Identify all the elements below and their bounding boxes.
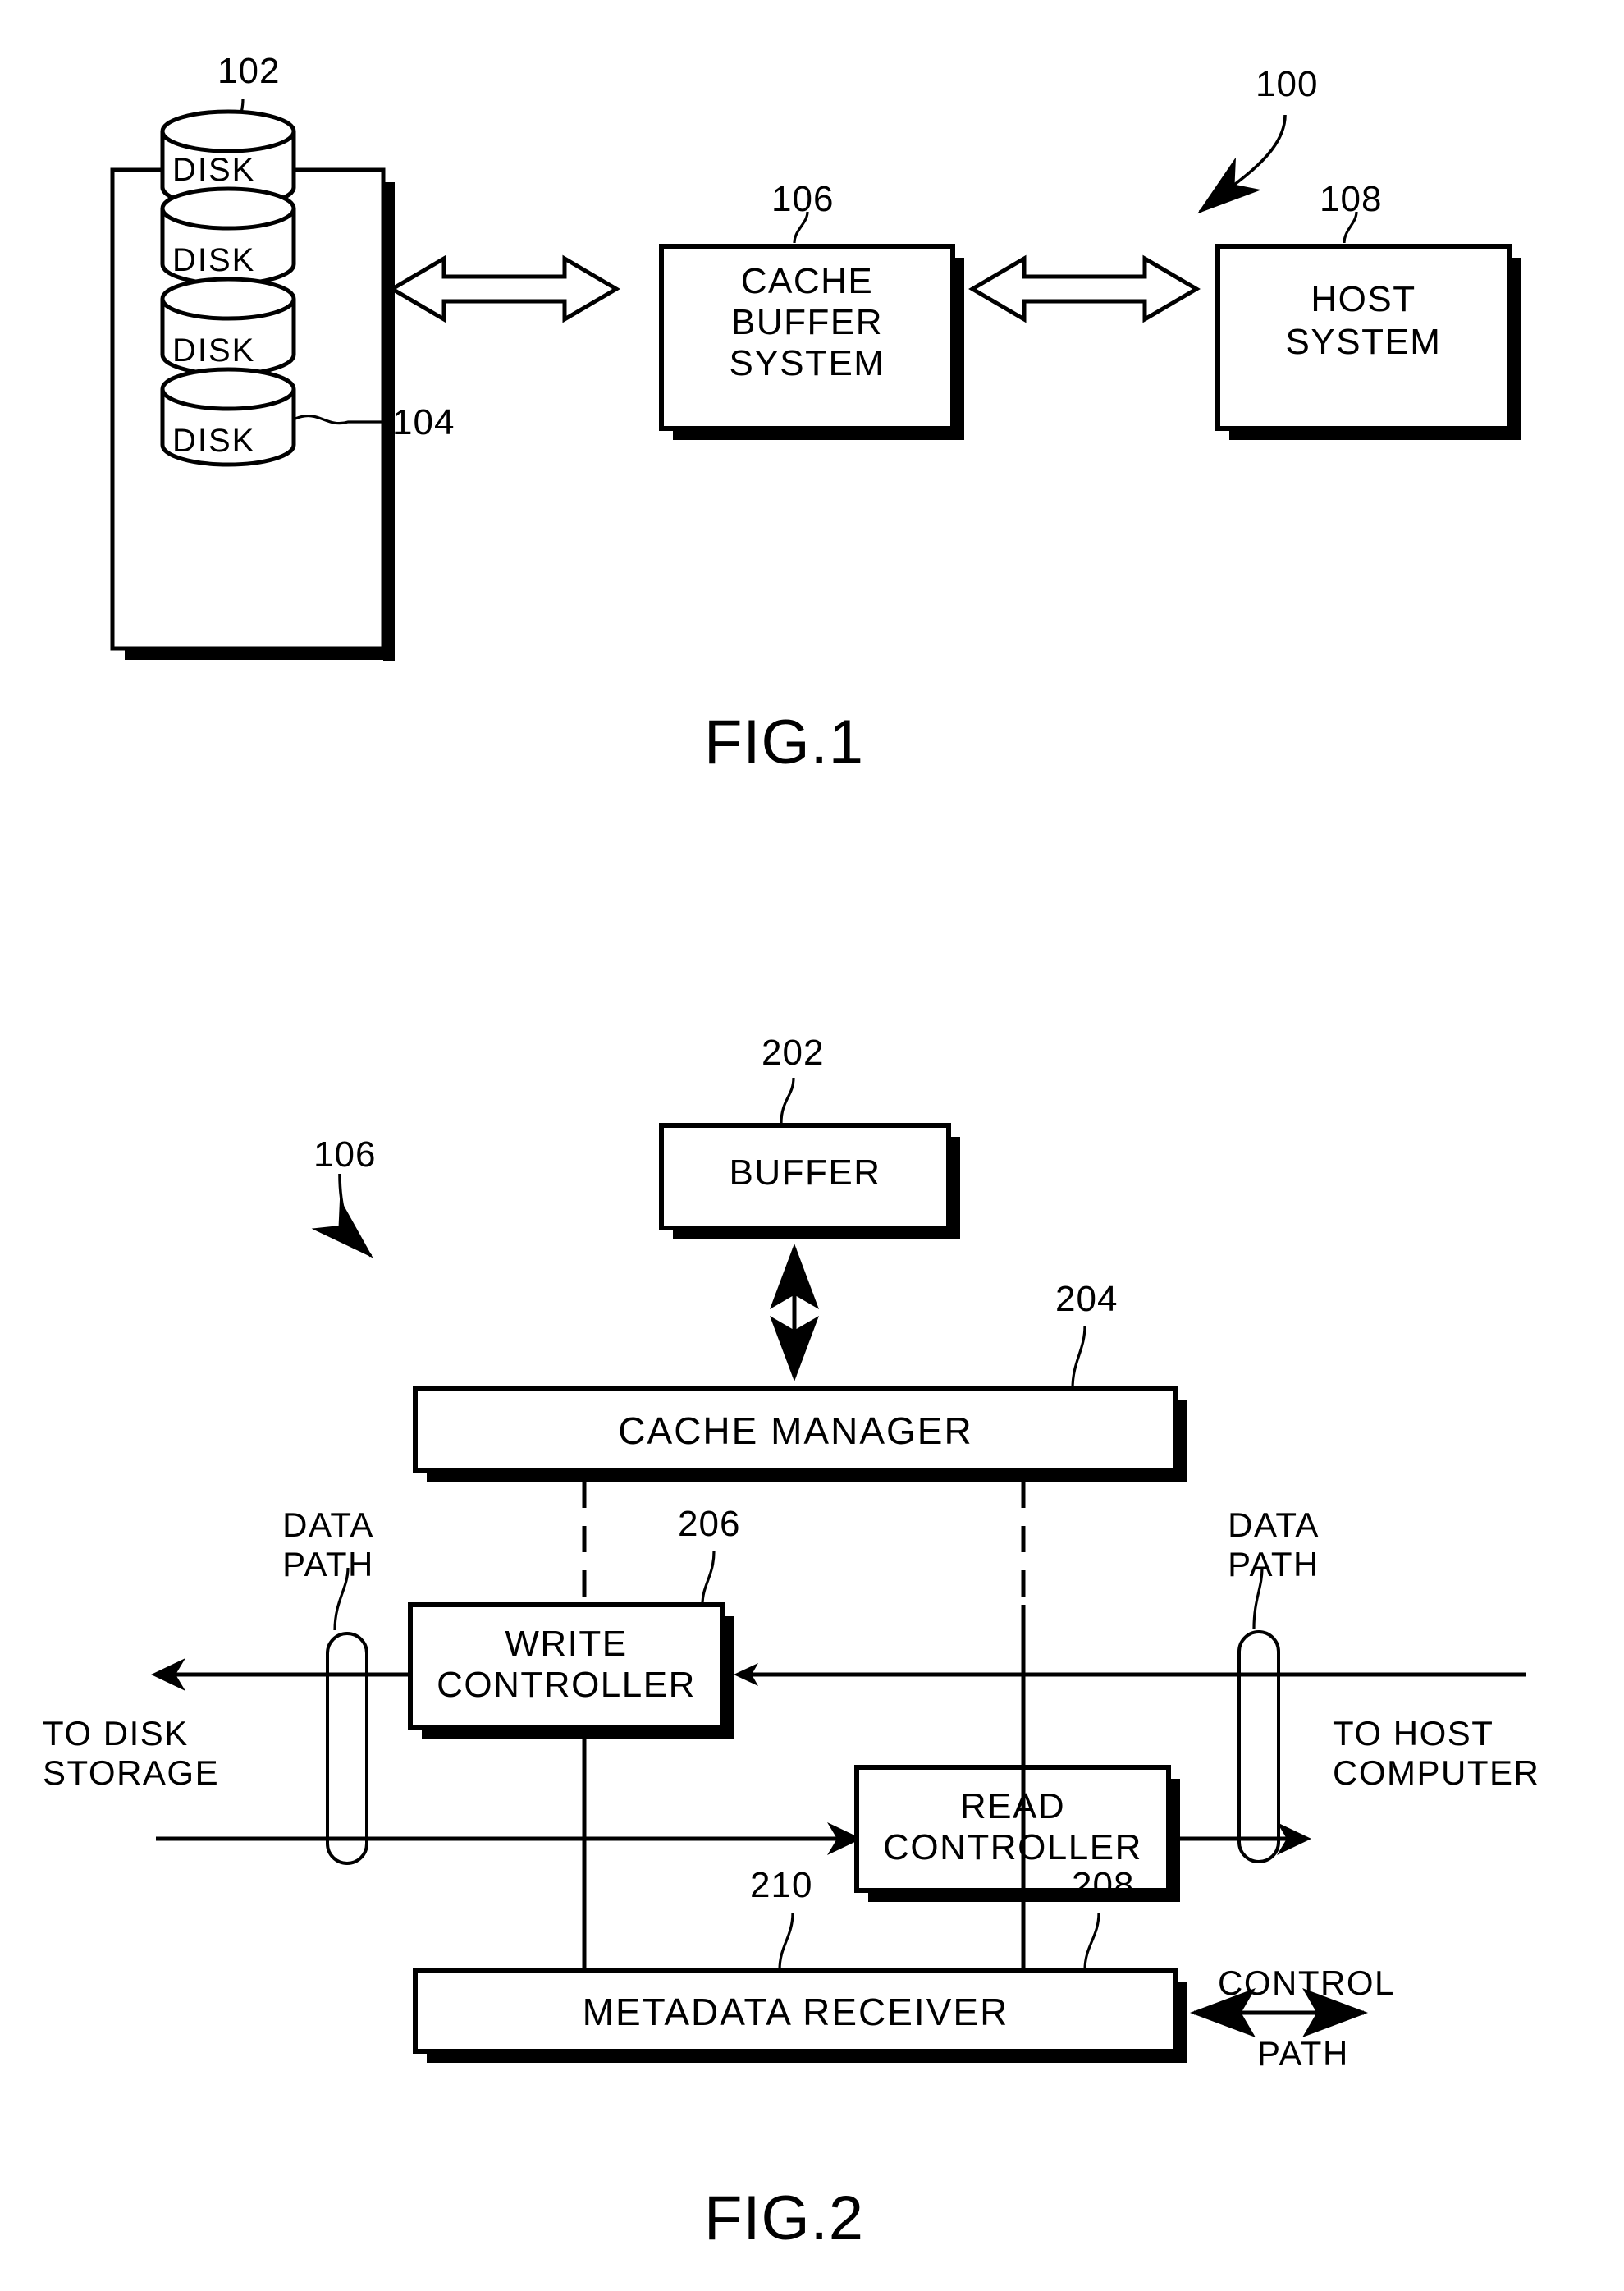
to-host-computer-line1: TO HOST xyxy=(1333,1714,1494,1753)
left-data-path-marker xyxy=(326,1632,368,1865)
read-controller-line1: READ xyxy=(959,1786,1066,1826)
patent-drawing-sheet: 102 100 DISK DISK DISK DISK 104 106 CACH… xyxy=(0,0,1624,2291)
bidirectional-arrow-cache-host xyxy=(968,254,1201,323)
cache-buffer-system-line3: SYSTEM xyxy=(729,343,885,383)
ref-102: 102 xyxy=(217,51,281,91)
buffer-label: BUFFER xyxy=(729,1152,881,1193)
ref-206: 206 xyxy=(678,1504,741,1544)
to-disk-storage-line1: TO DISK xyxy=(43,1714,189,1753)
metadata-receiver-label: METADATA RECEIVER xyxy=(582,1991,1009,2033)
to-disk-storage-line2: STORAGE xyxy=(43,1753,220,1792)
disk-label-4: DISK xyxy=(172,423,256,459)
ref-100: 100 xyxy=(1256,64,1319,104)
ref-106-fig1: 106 xyxy=(771,179,835,219)
write-controller-line1: WRITE xyxy=(505,1624,628,1664)
host-system-line2: SYSTEM xyxy=(1285,322,1442,362)
disk-label-2: DISK xyxy=(172,242,256,278)
ref-106-fig2: 106 xyxy=(313,1134,377,1175)
control-path-line2: PATH xyxy=(1257,2034,1349,2073)
control-path-line1: CONTROL xyxy=(1218,1963,1395,2002)
left-data-path-line1: DATA xyxy=(282,1505,374,1544)
ref-104: 104 xyxy=(392,402,455,442)
ref-208: 208 xyxy=(1072,1865,1135,1905)
ref-210: 210 xyxy=(750,1865,813,1905)
disk-label-3: DISK xyxy=(172,332,256,369)
right-data-path-marker xyxy=(1237,1630,1280,1863)
ref-108: 108 xyxy=(1320,179,1383,219)
figure-2-title: FIG.2 xyxy=(704,2183,865,2253)
left-data-path-line2: PATH xyxy=(282,1545,374,1583)
disk-label-1: DISK xyxy=(172,152,256,188)
bidirectional-arrow-disk-cache xyxy=(388,254,620,323)
write-controller-line2: CONTROLLER xyxy=(437,1665,696,1705)
cache-manager-label: CACHE MANAGER xyxy=(618,1409,973,1452)
to-host-computer-line2: COMPUTER xyxy=(1333,1753,1540,1792)
cache-buffer-system-line2: BUFFER xyxy=(731,302,883,342)
ref-202: 202 xyxy=(762,1033,825,1073)
read-controller-line2: CONTROLLER xyxy=(883,1827,1142,1867)
cache-buffer-system-line1: CACHE xyxy=(740,261,874,301)
right-data-path-line2: PATH xyxy=(1228,1545,1320,1583)
host-system-line1: HOST xyxy=(1311,279,1416,319)
ref-204: 204 xyxy=(1055,1279,1119,1319)
right-data-path-line1: DATA xyxy=(1228,1505,1320,1544)
figure-1-title: FIG.1 xyxy=(704,708,865,777)
